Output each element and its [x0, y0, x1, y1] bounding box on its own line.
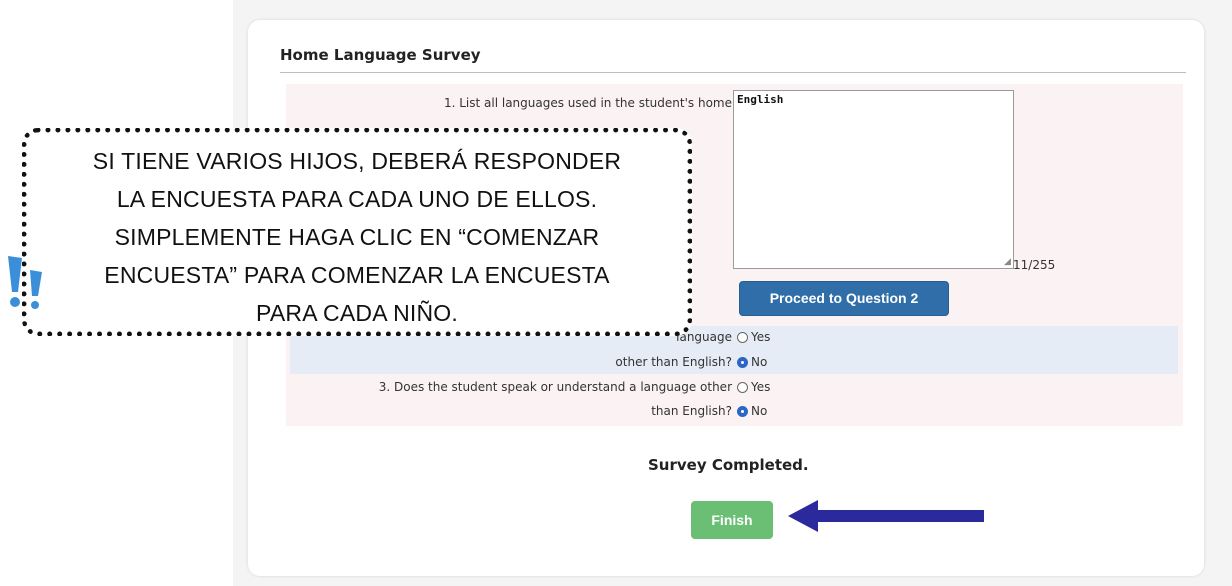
callout-line: LA ENCUESTA PARA CADA UNO DE ELLOS. [116, 186, 598, 212]
question-1-label: 1. List all languages used in the studen… [443, 96, 732, 110]
question-3-option-no[interactable]: No [737, 404, 767, 418]
question-3-option-yes[interactable]: Yes [737, 380, 770, 394]
finish-button[interactable]: Finish [691, 501, 773, 539]
survey-completed-message: Survey Completed. [648, 456, 809, 474]
callout-line: PARA CADA NIÑO. [256, 300, 458, 326]
question-1-answer-input[interactable]: English [733, 90, 1014, 269]
callout-line: SIMPLEMENTE HAGA CLIC EN “COMENZAR [114, 224, 600, 250]
resize-grip-icon[interactable]: ◢ [1004, 258, 1013, 267]
title-divider [280, 72, 1186, 73]
option-label: Yes [751, 330, 771, 344]
left-arrow-icon [788, 500, 984, 532]
radio-unchecked-icon[interactable] [737, 331, 748, 343]
question-2-option-yes[interactable]: Yes [737, 330, 770, 344]
double-exclamation-icon [8, 256, 42, 309]
question-3-label-line-2: than English? [651, 404, 732, 418]
radio-checked-icon[interactable] [737, 405, 748, 417]
radio-unchecked-icon[interactable] [737, 381, 748, 393]
character-count: 11/255 [1013, 258, 1056, 272]
question-3-label-line-1: 3. Does the student speak or understand … [378, 380, 732, 394]
proceed-to-question-2-button[interactable]: Proceed to Question 2 [739, 281, 949, 316]
question-2-label-line-2: other than English? [615, 355, 732, 369]
option-label: Yes [751, 380, 771, 394]
radio-checked-icon[interactable] [737, 356, 748, 368]
callout-text: SI TIENE VARIOS HIJOS, DEBERÁ RESPONDER … [40, 142, 674, 332]
option-label: No [751, 404, 768, 418]
callout-line: ENCUESTA” PARA COMENZAR LA ENCUESTA [104, 262, 610, 288]
survey-title: Home Language Survey [280, 46, 481, 64]
question-2-option-no[interactable]: No [737, 355, 767, 369]
option-label: No [751, 355, 768, 369]
callout-line: SI TIENE VARIOS HIJOS, DEBERÁ RESPONDER [92, 148, 622, 174]
